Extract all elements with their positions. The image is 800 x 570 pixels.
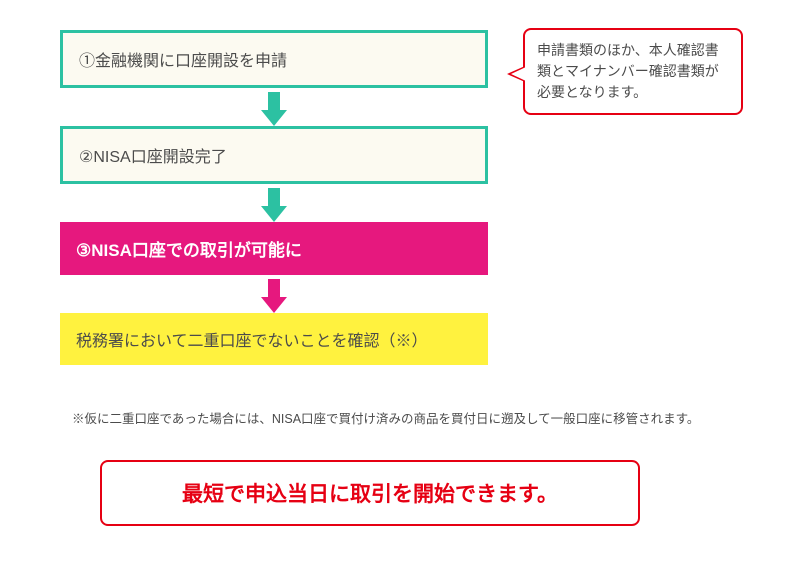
final-message-text: 最短で申込当日に取引を開始できます。 (182, 483, 558, 506)
arrow-1-head (261, 110, 287, 126)
step-1-text: ①金融機関に口座開設を申請 (79, 53, 287, 70)
callout-pointer-fill (511, 67, 526, 81)
callout-text: 申請書類のほか、本人確認書類とマイナンバー確認書類が必要となります。 (537, 42, 719, 100)
arrow-3-tail (268, 279, 280, 297)
step-2-box: ②NISA口座開設完了 (60, 126, 488, 184)
arrow-2-tail (268, 188, 280, 206)
footnote-text: ※仮に二重口座であった場合には、NISA口座で買付け済みの商品を買付日に遡及して… (72, 412, 699, 426)
arrow-2-head (261, 206, 287, 222)
flow-container: ①金融機関に口座開設を申請 ②NISA口座開設完了 ③NISA口座での取引が可能… (60, 30, 488, 365)
arrow-1-tail (268, 92, 280, 110)
step-4-box: 税務署において二重口座でないことを確認（※） (60, 313, 488, 365)
step-1-box: ①金融機関に口座開設を申請 (60, 30, 488, 88)
step-3-text: ③NISA口座での取引が可能に (76, 241, 302, 260)
footnote: ※仮に二重口座であった場合には、NISA口座で買付け済みの商品を買付日に遡及して… (72, 408, 772, 427)
step-2-text: ②NISA口座開設完了 (79, 149, 227, 166)
arrow-3-head (261, 297, 287, 313)
final-message-box: 最短で申込当日に取引を開始できます。 (100, 460, 640, 526)
step-3-box: ③NISA口座での取引が可能に (60, 222, 488, 275)
callout-box: 申請書類のほか、本人確認書類とマイナンバー確認書類が必要となります。 (523, 28, 743, 115)
step-4-text: 税務署において二重口座でないことを確認（※） (76, 333, 428, 350)
